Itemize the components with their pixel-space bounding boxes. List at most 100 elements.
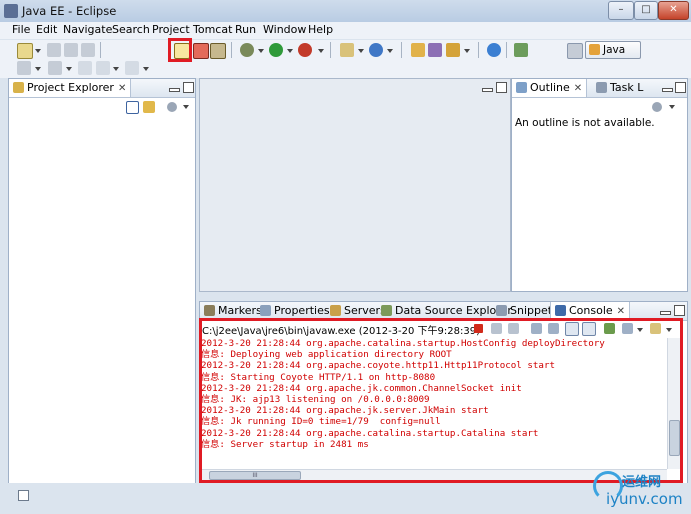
status-bar: 运维网 iyunv.com [0, 471, 691, 514]
menu-window[interactable]: Window [263, 23, 306, 36]
close-button[interactable]: ✕ [658, 1, 689, 20]
new-dropdown-arrow[interactable] [35, 49, 41, 53]
fast-view-icon[interactable] [18, 490, 29, 501]
link-with-editor-icon[interactable] [143, 101, 155, 113]
minimize-icon[interactable] [169, 88, 180, 92]
outline-tab-label: Outline [530, 81, 570, 94]
toolbar-separator [100, 42, 101, 58]
forward-dropdown-arrow[interactable] [143, 67, 149, 71]
close-icon[interactable]: ✕ [118, 83, 126, 94]
title-bar: Java EE - Eclipse – □ ✕ [0, 0, 691, 22]
minimize-icon[interactable] [662, 88, 673, 92]
close-icon[interactable]: ✕ [574, 83, 582, 94]
previous-annotation-dropdown-arrow[interactable] [66, 67, 72, 71]
close-icon[interactable]: ✕ [617, 306, 625, 317]
project-explorer-header: Project Explorer ✕ [9, 79, 195, 98]
back-dropdown-arrow[interactable] [113, 67, 119, 71]
toolbar-separator [401, 42, 402, 58]
open-type-icon[interactable] [411, 43, 425, 57]
outline-panel: Outline ✕ Task L An outline is not availa… [511, 78, 688, 292]
menu-project[interactable]: Project [152, 23, 190, 36]
menu-file[interactable]: File [12, 23, 30, 36]
collapse-all-icon[interactable] [126, 101, 139, 114]
project-explorer-panel: Project Explorer ✕ [8, 78, 196, 484]
java-ee-perspective-icon [589, 44, 600, 55]
toolbar-separator [330, 42, 331, 58]
web-service-icon[interactable] [369, 43, 383, 57]
previous-annotation-icon[interactable] [48, 61, 62, 75]
tab-project-explorer[interactable]: Project Explorer ✕ [9, 79, 132, 97]
task-list-tab-label: Task L [610, 81, 644, 94]
maximize-icon[interactable] [183, 82, 194, 93]
view-menu-dropdown-arrow[interactable] [183, 105, 189, 109]
save-icon[interactable] [47, 43, 61, 57]
menu-help[interactable]: Help [308, 23, 333, 36]
web-service-dropdown-arrow[interactable] [387, 49, 393, 53]
console-icon [555, 305, 566, 316]
browser-globe-icon[interactable] [487, 43, 501, 57]
debug-icon[interactable] [240, 43, 254, 57]
eclipse-app-icon [4, 4, 18, 18]
menu-edit[interactable]: Edit [36, 23, 57, 36]
main-toolbar: Java EE [0, 40, 691, 72]
run-dropdown-arrow[interactable] [287, 49, 293, 53]
minimize-icon[interactable] [660, 311, 671, 315]
markers-icon [204, 305, 215, 316]
perspective-java-ee[interactable]: Java EE [585, 41, 641, 72]
next-annotation-icon[interactable] [17, 61, 31, 75]
project-explorer-tab-label: Project Explorer [27, 81, 114, 94]
tomcat-stop-icon[interactable] [193, 43, 209, 59]
editor-maximize-icon[interactable] [496, 82, 507, 93]
last-edit-location-icon[interactable] [78, 61, 92, 75]
open-perspective-icon[interactable] [567, 43, 583, 59]
menu-navigate[interactable]: Navigate [63, 23, 112, 36]
tab-outline[interactable]: Outline ✕ [512, 79, 588, 97]
tab-task-list[interactable]: Task L [592, 79, 647, 97]
new-server-icon[interactable] [340, 43, 354, 57]
debug-dropdown-arrow[interactable] [258, 49, 264, 53]
editor-minimize-icon[interactable] [482, 88, 493, 92]
new-icon[interactable] [17, 43, 33, 59]
watermark-url: iyunv.com [606, 490, 683, 508]
toolbar-separator [506, 42, 507, 58]
outline-header: Outline ✕ Task L [512, 79, 687, 98]
window-title: Java EE - Eclipse [22, 4, 117, 18]
servers-icon [330, 305, 341, 316]
menu-tomcat[interactable]: Tomcat [193, 23, 232, 36]
menu-run[interactable]: Run [235, 23, 256, 36]
toolbar-separator [478, 42, 479, 58]
view-menu-icon[interactable] [167, 102, 177, 112]
run-icon[interactable] [269, 43, 283, 57]
properties-icon [260, 305, 271, 316]
search-dropdown-arrow[interactable] [464, 49, 470, 53]
external-tools-icon[interactable] [298, 43, 312, 57]
maximize-button[interactable]: □ [634, 1, 658, 20]
back-icon[interactable] [96, 61, 110, 75]
new-server-dropdown-arrow[interactable] [358, 49, 364, 53]
toolbar-separator [231, 42, 232, 58]
highlight-console-output [199, 318, 683, 483]
save-all-icon[interactable] [64, 43, 78, 57]
maximize-icon[interactable] [674, 305, 685, 316]
open-task-icon[interactable] [428, 43, 442, 57]
watermark-text: 运维网 [622, 475, 662, 490]
view-menu-icon[interactable] [652, 102, 662, 112]
console-tab-label: Console [569, 304, 613, 317]
next-annotation-dropdown-arrow[interactable] [35, 67, 41, 71]
data-source-icon [381, 305, 392, 316]
task-list-icon [596, 82, 607, 93]
forward-icon[interactable] [125, 61, 139, 75]
tomcat-restart-icon[interactable] [210, 43, 226, 59]
maximize-icon[interactable] [675, 82, 686, 93]
menu-search[interactable]: Search [112, 23, 150, 36]
search-icon[interactable] [446, 43, 460, 57]
project-explorer-icon [13, 82, 24, 93]
highlight-tomcat-start [168, 38, 192, 62]
view-menu-dropdown-arrow[interactable] [669, 105, 675, 109]
editor-area [199, 78, 511, 292]
external-web-browser-icon[interactable] [514, 43, 528, 57]
outline-message: An outline is not available. [515, 117, 655, 129]
print-icon[interactable] [81, 43, 95, 57]
external-tools-dropdown-arrow[interactable] [318, 49, 324, 53]
minimize-button[interactable]: – [608, 1, 634, 20]
